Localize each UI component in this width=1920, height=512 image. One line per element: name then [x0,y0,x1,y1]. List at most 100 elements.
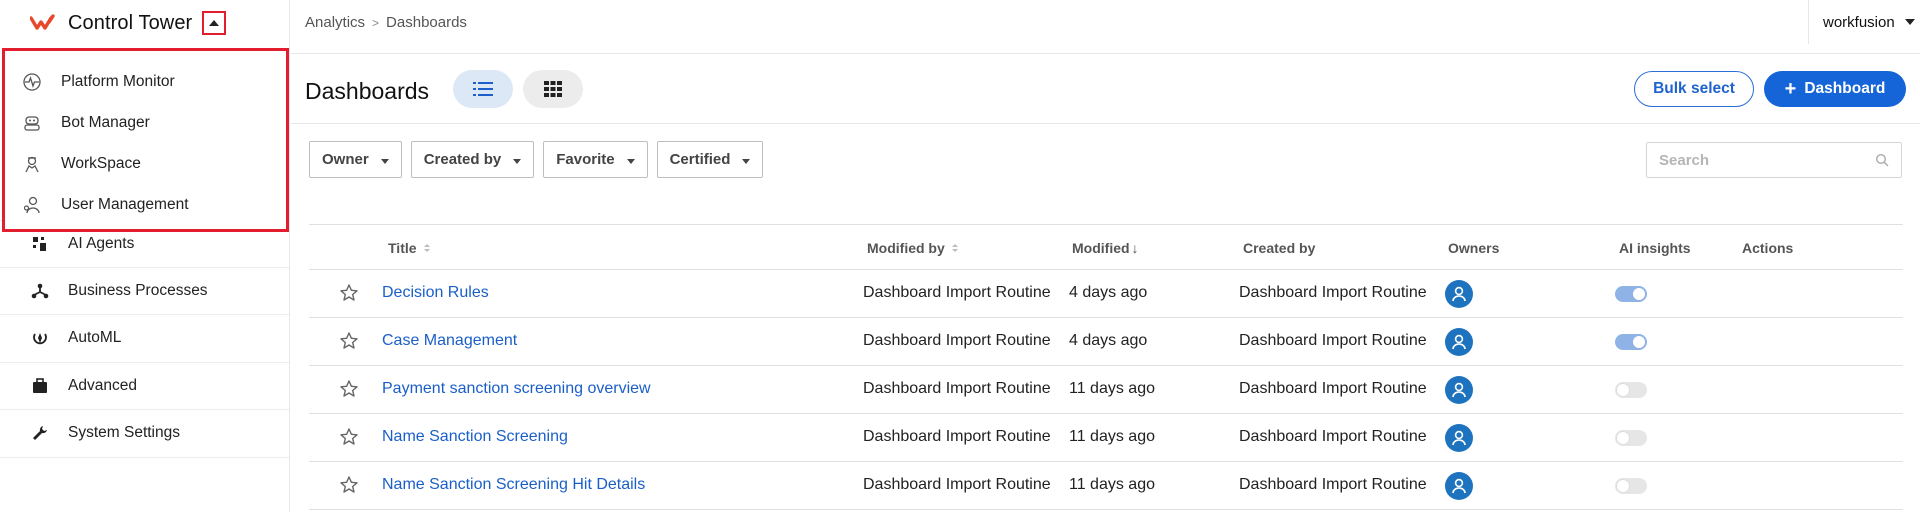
user-avatar-icon [1452,334,1466,350]
star-icon[interactable] [339,475,359,495]
user-avatar-icon [1452,382,1466,398]
modified-cell: 4 days ago [1069,332,1148,349]
chevron-down-icon [513,159,522,164]
ai-insights-toggle[interactable] [1615,286,1647,302]
table-row[interactable]: Name Sanction Screening Hit Details Dash… [309,462,1903,510]
modified-cell: 11 days ago [1069,476,1155,493]
dashboard-title-link[interactable]: Case Management [382,332,517,350]
modified-cell: 4 days ago [1069,284,1148,301]
app-switcher-toggle[interactable] [202,11,227,35]
search-icon [1875,153,1889,167]
modified-cell: 11 days ago [1069,380,1155,397]
column-modified[interactable]: Modified ↓ [1072,240,1139,256]
owner-avatar[interactable] [1445,280,1473,308]
breadcrumb-analytics[interactable]: Analytics [305,14,365,31]
table-row[interactable]: Case Management Dashboard Import Routine… [309,318,1903,366]
owner-avatar[interactable] [1445,328,1473,356]
sidebar-item-label: Business Processes [68,281,208,299]
automl-icon [30,328,50,348]
star-icon[interactable] [339,331,359,351]
app-switcher-menu: Platform Monitor Bot Manager WorkSpace U… [2,48,289,232]
list-view-button[interactable] [453,70,513,108]
owner-avatar[interactable] [1445,472,1473,500]
page-header: Dashboards Bulk select + Dashboard [291,54,1920,124]
filter-created-by[interactable]: Created by [410,141,535,178]
dashboard-title-link[interactable]: Name Sanction Screening [382,428,568,446]
column-label: Modified [1072,240,1130,256]
user-avatar-icon [1452,478,1466,494]
menu-item-label: WorkSpace [61,154,141,172]
user-name: workfusion [1823,13,1895,31]
dashboard-title-link[interactable]: Name Sanction Screening Hit Details [382,476,645,494]
search-box [1646,142,1902,178]
add-dashboard-label: Dashboard [1804,80,1886,97]
modified-cell: 11 days ago [1069,428,1155,445]
star-icon[interactable] [339,379,359,399]
menu-item-workspace[interactable]: WorkSpace [5,143,286,184]
menu-item-platform-monitor[interactable]: Platform Monitor [5,61,286,102]
star-icon[interactable] [339,427,359,447]
menu-item-user-management[interactable]: User Management [5,184,286,225]
pulse-monitor-icon [21,71,43,93]
column-modified-by[interactable]: Modified by [867,240,958,256]
ai-insights-toggle[interactable] [1615,430,1647,446]
add-dashboard-button[interactable]: + Dashboard [1764,71,1906,107]
sidebar-item-system-settings[interactable]: System Settings [0,410,289,458]
created-by-cell: Dashboard Import Routine [1239,284,1427,301]
caret-up-icon [209,20,220,26]
column-label: Created by [1243,240,1316,256]
ai-insights-toggle[interactable] [1615,478,1647,494]
dashboard-title-link[interactable]: Payment sanction screening overview [382,380,651,398]
list-view-icon [473,82,493,96]
table-row[interactable]: Payment sanction screening overview Dash… [309,366,1903,414]
search-input[interactable] [1659,143,1859,177]
filter-favorite[interactable]: Favorite [543,141,648,178]
column-created-by: Created by [1243,240,1315,256]
table-row[interactable]: Decision Rules Dashboard Import Routine … [309,270,1903,318]
chevron-right-icon: > [372,15,380,30]
user-avatar-icon [1452,430,1466,446]
filter-label: Created by [423,151,502,168]
dashboard-title-link[interactable]: Decision Rules [382,284,489,302]
chevron-down-icon [380,159,389,164]
menu-item-label: Bot Manager [61,113,150,131]
wrench-icon [30,423,50,443]
filter-bar: Owner Created by Favorite Certified [309,141,764,178]
modified-by-cell: Dashboard Import Routine [863,428,1051,445]
sidebar-item-automl[interactable]: AutoML [0,315,289,363]
menu-item-bot-manager[interactable]: Bot Manager [5,102,286,143]
sidebar-item-advanced[interactable]: Advanced [0,363,289,410]
ai-insights-toggle[interactable] [1615,334,1647,350]
sidebar-item-business-processes[interactable]: Business Processes [0,268,289,315]
user-menu[interactable]: workfusion [1808,0,1920,44]
menu-item-label: User Management [61,195,189,213]
created-by-cell: Dashboard Import Routine [1239,332,1427,349]
menu-item-label: Platform Monitor [61,72,175,90]
modified-by-cell: Dashboard Import Routine [863,332,1051,349]
top-bar: Analytics > Dashboards workfusion [291,0,1920,54]
bot-icon [21,112,43,134]
filter-certified[interactable]: Certified [656,141,764,178]
filter-owner[interactable]: Owner [309,141,402,178]
modified-by-cell: Dashboard Import Routine [863,284,1051,301]
filter-label: Owner [322,151,369,168]
grid-view-button[interactable] [523,70,583,108]
ai-insights-toggle[interactable] [1615,382,1647,398]
filter-label: Favorite [556,151,615,168]
column-title[interactable]: Title [388,240,430,256]
page-title: Dashboards [305,78,430,104]
column-ai-insights: AI insights [1619,240,1691,256]
column-label: Modified by [867,240,945,256]
user-gear-icon [21,194,43,216]
bulk-select-button[interactable]: Bulk select [1634,71,1754,107]
owner-avatar[interactable] [1445,424,1473,452]
owner-avatar[interactable] [1445,376,1473,404]
column-label: Actions [1742,240,1794,256]
sidebar-item-label: System Settings [68,424,180,442]
table-row[interactable]: Name Sanction Screening Dashboard Import… [309,414,1903,462]
table-header: Title Modified by Modified ↓ Created by … [309,224,1903,270]
filter-label: Certified [669,151,731,168]
worker-icon [21,153,43,175]
star-icon[interactable] [339,283,359,303]
column-owners: Owners [1448,240,1499,256]
